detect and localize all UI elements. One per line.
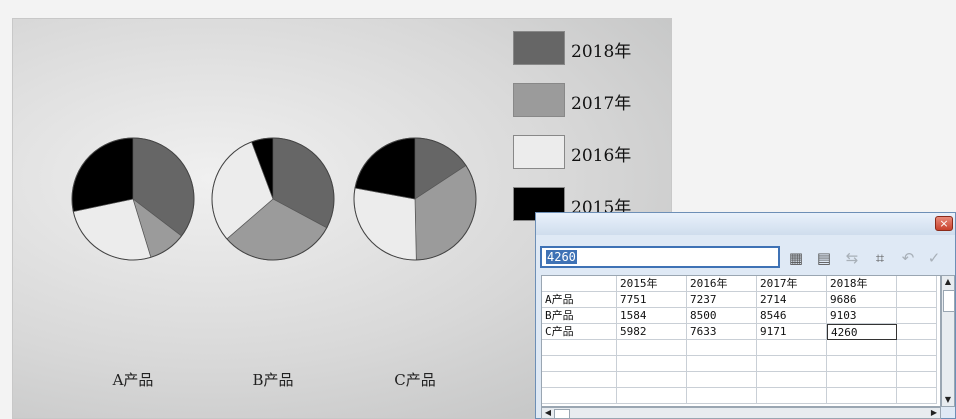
pie-0 [71,137,195,261]
table-row [542,356,940,372]
table-row: C产品 5982 7633 9171 4260 [542,324,940,340]
data-sheet-window[interactable]: × 4260 ▦ ▤ ⇆ ⌗ ↶ ✓ 2015年 2016年 2017年 2018年 A产品 775… [535,212,956,419]
table-cell[interactable] [687,372,757,388]
table-cell[interactable] [687,388,757,404]
table-row [542,388,940,404]
table-cell[interactable] [897,340,937,356]
table-cell[interactable]: 9171 [757,324,827,340]
vertical-scrollbar[interactable]: ▲ ▼ [941,275,955,407]
table-cell[interactable]: 7633 [687,324,757,340]
column-header[interactable] [542,276,617,292]
table-cell[interactable]: 4260 [827,324,897,340]
column-header[interactable]: 2016年 [687,276,757,292]
row-header[interactable] [542,372,617,388]
undo-icon[interactable]: ↶ [898,248,918,268]
table-cell[interactable] [827,388,897,404]
sheet-toolbar: ▦ ▤ ⇆ ⌗ ↶ ✓ [786,248,956,268]
column-width-icon[interactable]: ⌗ [870,248,890,268]
table-cell[interactable]: 9686 [827,292,897,308]
horizontal-scroll-thumb[interactable] [554,409,570,419]
pie-slice [71,137,134,212]
legend-item: 2017年 [513,83,673,123]
pie-slice [354,137,416,200]
row-header[interactable]: C产品 [542,324,617,340]
scroll-down-icon[interactable]: ▼ [942,394,954,406]
scroll-left-icon[interactable]: ◀ [542,408,554,418]
table-cell[interactable] [897,292,937,308]
apply-icon[interactable]: ✓ [924,248,944,268]
table-row [542,340,940,356]
table-cell[interactable]: 7751 [617,292,687,308]
row-header[interactable] [542,340,617,356]
table-cell[interactable] [687,340,757,356]
legend-swatch [513,83,565,117]
table-row [542,372,940,388]
table-cell[interactable] [757,372,827,388]
pie-2 [353,137,477,261]
table-row: A产品 7751 7237 2714 9686 [542,292,940,308]
table-cell[interactable] [617,388,687,404]
table-cell[interactable] [897,388,937,404]
table-cell[interactable] [757,388,827,404]
vertical-scroll-thumb[interactable] [943,290,955,312]
import-icon[interactable]: ▦ [786,248,806,268]
window-titlebar[interactable]: × [536,213,955,235]
row-header[interactable]: B产品 [542,308,617,324]
horizontal-scrollbar[interactable]: ◀ ▶ [541,407,941,419]
table-cell[interactable] [827,340,897,356]
header-row: 2015年 2016年 2017年 2018年 [542,276,940,292]
close-icon[interactable]: × [935,216,953,231]
legend-label: 2016年 [571,146,632,166]
scroll-up-icon[interactable]: ▲ [942,276,954,288]
legend-swatch [513,31,565,65]
table-cell[interactable]: 9103 [827,308,897,324]
table-cell[interactable] [897,372,937,388]
category-label: C产品 [394,371,436,389]
table-cell[interactable]: 8500 [687,308,757,324]
table-cell[interactable] [897,308,937,324]
cell-edit-input[interactable]: 4260 [540,246,780,268]
legend-item: 2018年 [513,31,673,71]
category-label: B产品 [252,371,294,389]
table-cell[interactable] [687,356,757,372]
table-cell[interactable]: 1584 [617,308,687,324]
table-cell[interactable]: 5982 [617,324,687,340]
row-header[interactable] [542,388,617,404]
pie-slice [353,187,417,261]
scroll-right-icon[interactable]: ▶ [928,408,940,418]
cell-edit-value: 4260 [546,250,577,264]
table-cell[interactable] [617,372,687,388]
row-header[interactable]: A产品 [542,292,617,308]
table-cell[interactable] [617,356,687,372]
legend-label: 2018年 [571,42,632,62]
data-grid[interactable]: 2015年 2016年 2017年 2018年 A产品 7751 7237 2714 9686 B… [541,275,941,407]
table-cell[interactable] [757,340,827,356]
table-cell[interactable] [617,340,687,356]
column-header[interactable] [897,276,937,292]
table-row: B产品 1584 8500 8546 9103 [542,308,940,324]
row-header[interactable] [542,356,617,372]
table-cell[interactable] [897,356,937,372]
table-cell[interactable]: 2714 [757,292,827,308]
category-label: A产品 [112,371,154,389]
pie-1 [211,137,335,261]
column-header[interactable]: 2018年 [827,276,897,292]
column-header[interactable]: 2015年 [617,276,687,292]
table-cell[interactable] [827,356,897,372]
table-cell[interactable] [897,324,937,340]
legend-label: 2017年 [571,94,632,114]
legend-item: 2016年 [513,135,673,175]
table-cell[interactable]: 8546 [757,308,827,324]
switch-row-col-icon[interactable]: ⇆ [842,248,862,268]
table-cell[interactable] [827,372,897,388]
table-cell[interactable]: 7237 [687,292,757,308]
column-header[interactable]: 2017年 [757,276,827,292]
edit-data-icon[interactable]: ▤ [814,248,834,268]
table-cell[interactable] [757,356,827,372]
legend-swatch [513,135,565,169]
